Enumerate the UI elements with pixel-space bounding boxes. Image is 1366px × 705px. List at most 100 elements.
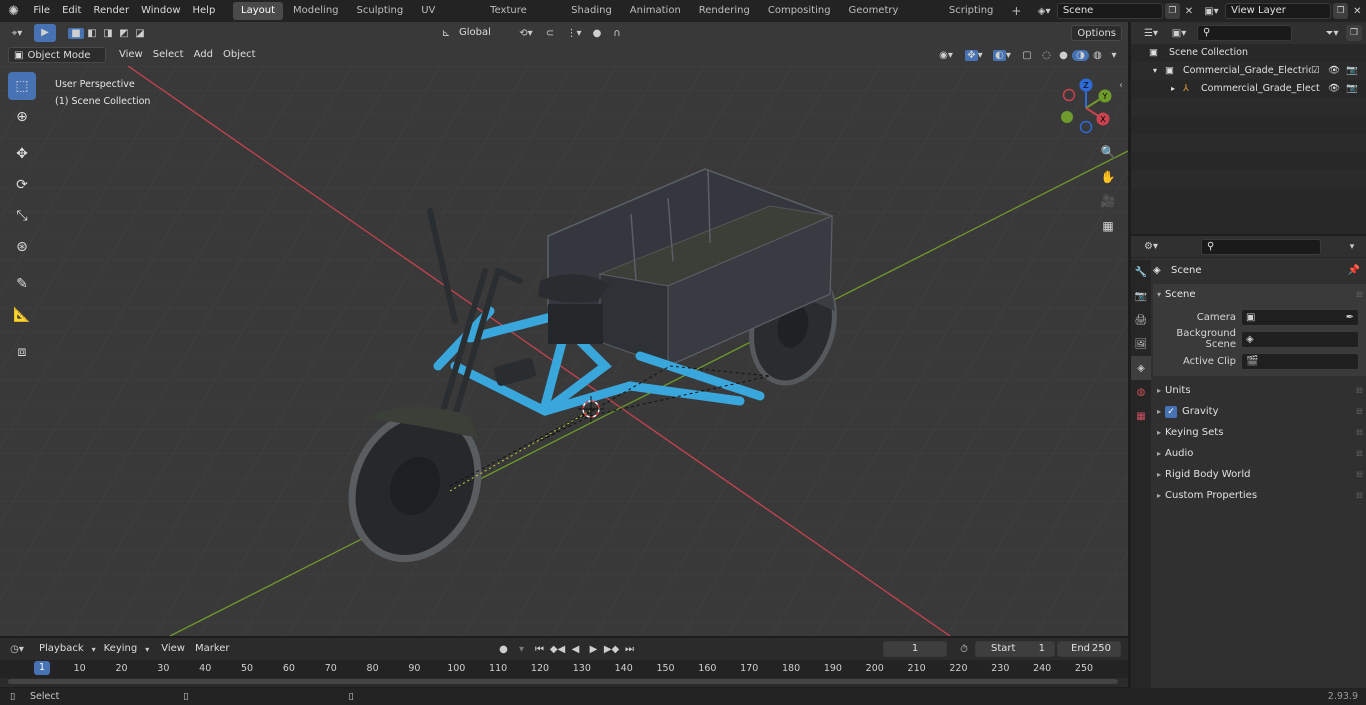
rotate-tool-icon[interactable]: ⟳: [8, 171, 36, 199]
view-menu[interactable]: View: [114, 47, 148, 63]
preview-range-clock-icon[interactable]: ⏱: [953, 644, 975, 655]
tab-animation[interactable]: Animation: [622, 2, 689, 20]
prev-keyframe-icon[interactable]: ◆◀: [549, 644, 567, 655]
select-new-mode-icon[interactable]: ■: [68, 27, 84, 39]
start-frame-field[interactable]: Start 1: [975, 641, 1055, 657]
select-invert-mode-icon[interactable]: ◩: [116, 28, 132, 39]
custom-properties-panel-header[interactable]: ▸ Custom Properties ⁞⁞⁞⁞: [1153, 485, 1366, 506]
tab-shading[interactable]: Shading: [563, 2, 620, 20]
render-camera-icon[interactable]: 📷: [1343, 80, 1361, 98]
snap-target-icon[interactable]: ⋮▾: [560, 28, 588, 39]
outliner-row-object[interactable]: ▸ ⅄ Commercial_Grade_Elect 👁 📷: [1131, 80, 1366, 98]
perspective-grid-icon[interactable]: ▦: [1097, 215, 1119, 237]
end-frame-field[interactable]: End 250: [1057, 641, 1121, 657]
tab-geometry-nodes[interactable]: Geometry Nodes: [841, 2, 939, 34]
timeline-scrollbar[interactable]: [8, 679, 1118, 684]
menu-edit[interactable]: Edit: [56, 0, 87, 22]
select-box-tool-icon[interactable]: ⬚: [8, 72, 36, 100]
new-collection-icon[interactable]: ❐: [1346, 25, 1362, 41]
next-keyframe-icon[interactable]: ▶◆: [603, 644, 621, 655]
camera-view-icon[interactable]: 🎥: [1097, 190, 1119, 212]
object-menu[interactable]: Object: [218, 47, 261, 63]
snap-toggle-icon[interactable]: ⊂: [540, 28, 560, 39]
outliner-row-scene-collection[interactable]: ▣ Scene Collection: [1131, 44, 1366, 62]
add-workspace-button[interactable]: +: [1003, 2, 1029, 20]
select-menu[interactable]: Select: [148, 47, 189, 63]
tab-texture-paint[interactable]: Texture Paint: [482, 2, 561, 34]
tool-tab-icon[interactable]: 🔧: [1131, 260, 1151, 284]
scene-tab-icon[interactable]: ◈: [1131, 356, 1151, 380]
tab-scripting[interactable]: Scripting: [941, 2, 1001, 20]
eyedropper-icon[interactable]: ✒: [1346, 312, 1354, 323]
render-camera-icon[interactable]: 📷: [1343, 62, 1361, 80]
auto-keying-icon[interactable]: ●: [495, 644, 513, 655]
world-tab-icon[interactable]: ◍: [1131, 380, 1151, 404]
properties-options-icon[interactable]: ▾: [1344, 238, 1360, 255]
units-panel-header[interactable]: ▸ Units ⁞⁞⁞⁞: [1153, 380, 1366, 401]
shading-solid-icon[interactable]: ●: [1055, 50, 1072, 61]
delete-view-layer-icon[interactable]: ✕: [1348, 6, 1366, 17]
drag-grip-icon[interactable]: ⁞⁞⁞⁞: [1356, 284, 1363, 306]
overlays-toggle-icon[interactable]: ◐ ▾: [988, 49, 1016, 61]
marker-menu[interactable]: Marker: [190, 641, 235, 657]
transform-tool-icon[interactable]: ⊛: [8, 233, 36, 261]
outliner-search-input[interactable]: ⚲: [1197, 25, 1292, 41]
keying-menu[interactable]: Keying: [99, 641, 143, 657]
proportional-falloff-icon[interactable]: ∩: [606, 28, 628, 39]
shading-rendered-icon[interactable]: ◍: [1089, 50, 1106, 61]
drag-grip-icon[interactable]: ⁞⁞⁞⁞: [1356, 464, 1363, 485]
zoom-icon[interactable]: 🔍: [1097, 141, 1119, 163]
tab-uv-editing[interactable]: UV Editing: [413, 2, 480, 34]
sidebar-toggle-icon[interactable]: ‹: [1119, 80, 1123, 91]
properties-search-input[interactable]: ⚲: [1201, 238, 1321, 255]
view-layer-field[interactable]: View Layer: [1225, 3, 1331, 19]
frame-ruler[interactable]: 1 10 20 30 40 50 60 70 80 90 100 110 120 130 140 150 160…: [0, 660, 1128, 678]
gravity-checkbox[interactable]: ✓: [1165, 405, 1177, 418]
transform-orientation-dropdown[interactable]: Global: [454, 25, 512, 41]
drag-grip-icon[interactable]: ⁞⁞⁞⁞: [1356, 380, 1363, 401]
eye-icon[interactable]: 👁: [1325, 80, 1343, 98]
menu-file[interactable]: File: [27, 0, 56, 22]
output-tab-icon[interactable]: 🖨: [1131, 308, 1151, 332]
outliner-row-collection[interactable]: ▾ ▣ Commercial_Grade_Electric_T ☑ 👁 📷: [1131, 62, 1366, 80]
timeline-view-menu[interactable]: View: [156, 641, 190, 657]
annotate-tool-icon[interactable]: ✎: [8, 270, 36, 298]
active-clip-field[interactable]: 🎬: [1241, 352, 1359, 370]
tab-sculpting[interactable]: Sculpting: [349, 2, 412, 20]
eye-icon[interactable]: 👁: [1325, 62, 1343, 80]
filter-icon[interactable]: ⏷▾: [1318, 28, 1346, 39]
playback-menu[interactable]: Playback: [34, 641, 89, 657]
rigid-body-world-panel-header[interactable]: ▸ Rigid Body World ⁞⁞⁞⁞: [1153, 464, 1366, 485]
gizmo-toggle-icon[interactable]: ✥ ▾: [960, 49, 988, 61]
new-scene-icon[interactable]: ❐: [1164, 3, 1181, 19]
jump-end-icon[interactable]: ⏭: [621, 644, 639, 655]
texture-tab-icon[interactable]: ▦: [1131, 404, 1151, 428]
select-intersect-mode-icon[interactable]: ◪: [132, 28, 148, 39]
gravity-panel-header[interactable]: ▸ ✓ Gravity ⁞⁞⁞⁞: [1153, 401, 1366, 422]
keying-options-icon[interactable]: ▾: [513, 644, 531, 655]
tab-layout[interactable]: Layout: [233, 2, 284, 20]
tab-rendering[interactable]: Rendering: [691, 2, 758, 20]
current-frame-marker[interactable]: 1: [33, 661, 51, 675]
shading-options-icon[interactable]: ▾: [1106, 50, 1122, 61]
pin-icon[interactable]: 📌: [1348, 260, 1360, 282]
blender-logo-icon[interactable]: ✺: [0, 4, 27, 19]
current-frame-field[interactable]: 1: [883, 641, 947, 657]
keying-sets-panel-header[interactable]: ▸ Keying Sets ⁞⁞⁞⁞: [1153, 422, 1366, 443]
play-reverse-icon[interactable]: ◀: [567, 644, 585, 655]
tab-compositing[interactable]: Compositing: [760, 2, 839, 20]
move-tool-icon[interactable]: ✥: [8, 140, 36, 168]
expand-arrow-icon[interactable]: ▾: [1153, 62, 1165, 80]
add-cube-tool-icon[interactable]: ⧈: [8, 338, 36, 366]
background-scene-field[interactable]: ◈: [1241, 330, 1359, 348]
editor-type-icon[interactable]: ⌖▾: [0, 28, 34, 39]
jump-start-icon[interactable]: ⏮: [531, 644, 549, 655]
scene-panel-header[interactable]: ▾ Scene ⁞⁞⁞⁞: [1153, 284, 1366, 306]
xray-toggle-icon[interactable]: ▢: [1016, 50, 1038, 61]
view-layer-tab-icon[interactable]: 🖼: [1131, 332, 1151, 356]
exclude-checkbox[interactable]: ☑: [1311, 62, 1325, 80]
3d-viewport[interactable]: ⌖▾ ▶ ■ ◧ ◨ ◩ ◪ ⊾ Global ⟲▾ ⊂ ⋮▾ ● ∩ Opti…: [0, 22, 1128, 636]
visibility-filter-icon[interactable]: ◉▾: [932, 50, 960, 61]
add-menu[interactable]: Add: [189, 47, 218, 63]
measure-tool-icon[interactable]: 📐: [8, 301, 36, 329]
